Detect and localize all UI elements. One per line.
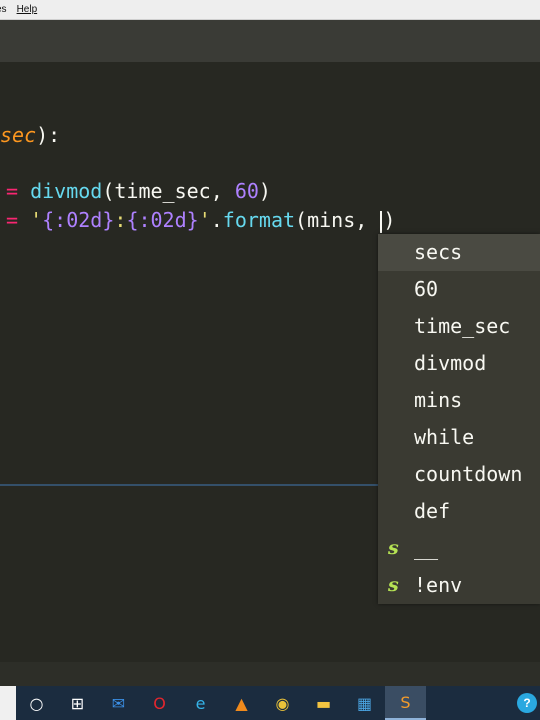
autocomplete-popup[interactable]: secs 60 time_sec divmod mins while count… xyxy=(378,234,540,604)
completion-label: 60 xyxy=(414,277,439,301)
horizontal-guide-line xyxy=(0,484,380,486)
sublime-text-icon[interactable]: S xyxy=(385,686,426,720)
completion-kind-marker: s xyxy=(388,537,399,559)
file-explorer-icon[interactable]: ▬ xyxy=(303,686,344,720)
punct-token: ): xyxy=(36,123,61,147)
string-quote: ' xyxy=(198,208,211,232)
tab-bar xyxy=(0,20,540,62)
autocomplete-item[interactable]: while xyxy=(378,419,540,456)
function-token: divmod xyxy=(30,179,103,203)
autocomplete-item[interactable]: 60 xyxy=(378,271,540,308)
edge-icon[interactable]: e xyxy=(180,686,221,720)
completion-label: __ xyxy=(414,536,439,560)
autocomplete-item[interactable]: secs xyxy=(378,234,540,271)
autocomplete-item[interactable]: s __ xyxy=(378,530,540,567)
menu-bar: es Help xyxy=(0,0,540,20)
menu-item-help[interactable]: Help xyxy=(17,4,38,15)
format-placeholder: {:02d} xyxy=(42,208,115,232)
autocomplete-item[interactable]: time_sec xyxy=(378,308,540,345)
string-quote: ' xyxy=(30,208,43,232)
chrome-icon[interactable]: ◉ xyxy=(262,686,303,720)
method-token: format xyxy=(222,208,296,232)
completion-label: while xyxy=(414,425,475,449)
assign-operator: = xyxy=(6,208,19,232)
autocomplete-item[interactable]: countdown xyxy=(378,456,540,493)
assign-operator: = xyxy=(6,179,19,203)
completion-label: time_sec xyxy=(414,314,511,338)
code-line-divmod: = divmod(time_sec, 60) xyxy=(6,178,271,204)
dot-token: . xyxy=(210,208,223,232)
status-bar xyxy=(0,662,540,686)
completion-label: def xyxy=(414,499,451,523)
opera-icon[interactable]: O xyxy=(139,686,180,720)
autocomplete-item[interactable]: s !env xyxy=(378,567,540,604)
arg-token: time_sec, xyxy=(114,179,235,203)
menu-item-partial[interactable]: es xyxy=(0,4,7,15)
completion-label: secs xyxy=(414,240,463,264)
paren-token: ( xyxy=(102,179,115,203)
completion-label: !env xyxy=(414,573,463,597)
completion-label: countdown xyxy=(414,462,523,486)
format-placeholder: {:02d} xyxy=(126,208,199,232)
string-token: : xyxy=(114,208,127,232)
paren-token: ) xyxy=(383,208,396,232)
number-token: 60 xyxy=(234,179,259,203)
help-icon[interactable]: ? xyxy=(517,693,537,713)
paren-token: ) xyxy=(258,179,271,203)
code-line-def: sec): xyxy=(0,122,60,148)
help-tray[interactable]: ? xyxy=(514,686,540,720)
taskbar-apps: ○ ⊞ ✉ Oe ▲ ◉ ▬ ▦ S xyxy=(16,686,426,720)
start-button[interactable] xyxy=(0,686,16,720)
paren-token: ( xyxy=(295,208,308,232)
autocomplete-item[interactable]: divmod xyxy=(378,345,540,382)
completion-label: divmod xyxy=(414,351,487,375)
taskbar: ○ ⊞ ✉ Oe ▲ ◉ ▬ ▦ S xyxy=(0,686,540,720)
mail-icon[interactable]: ✉ xyxy=(98,686,139,720)
task-view-icon[interactable]: ⊞ xyxy=(57,686,98,720)
autocomplete-item[interactable]: def xyxy=(378,493,540,530)
code-line-format: = '{:02d}:{:02d}'.format(mins, ) xyxy=(6,207,395,233)
completion-kind-marker: s xyxy=(388,574,399,596)
vlc-icon[interactable]: ▲ xyxy=(221,686,262,720)
calculator-icon[interactable]: ▦ xyxy=(344,686,385,720)
autocomplete-item[interactable]: mins xyxy=(378,382,540,419)
args-token: mins, xyxy=(307,208,380,232)
param-token: sec xyxy=(0,123,37,147)
completion-label: mins xyxy=(414,388,463,412)
cortana-icon[interactable]: ○ xyxy=(16,686,57,720)
